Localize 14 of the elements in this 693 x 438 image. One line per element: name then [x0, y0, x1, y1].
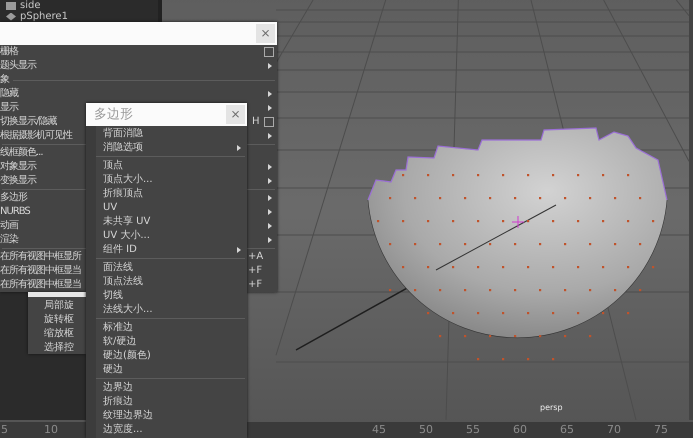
- timeline-tick-label: 50: [419, 422, 433, 438]
- shortcut-label: H: [252, 115, 260, 129]
- timeline-tick-label: 55: [466, 422, 480, 438]
- timeline-tick-label: 70: [607, 422, 621, 438]
- timeline-tick-label: 45: [372, 422, 386, 438]
- timeline-tick-label: 5: [1, 422, 8, 438]
- menu-title: 多边形: [94, 107, 133, 122]
- camera-label: persp: [540, 402, 563, 414]
- timeline-tick-label: 75: [654, 422, 668, 438]
- timeline-tick-label: 65: [560, 422, 574, 438]
- section-label: 象: [0, 73, 9, 87]
- timeline-tick-label: 60: [513, 422, 527, 438]
- timeline-tick-label: 10: [44, 422, 58, 438]
- shortcut-label: +A: [248, 250, 264, 264]
